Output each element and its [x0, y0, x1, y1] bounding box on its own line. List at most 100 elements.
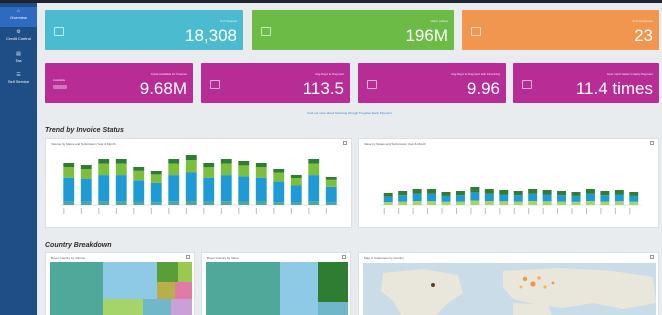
kpi-avg-days[interactable]: Avg Days to Payment 113.5	[201, 63, 350, 103]
bar-segment[interactable]	[557, 191, 567, 196]
bar-segment[interactable]	[513, 191, 523, 196]
kpi-invoices[interactable]: # of Invoices 18,308	[45, 10, 243, 50]
bar-segment[interactable]	[98, 159, 110, 164]
bar-segment[interactable]	[133, 167, 145, 171]
bar-segment[interactable]	[238, 161, 250, 166]
bar-segment[interactable]	[528, 189, 538, 194]
bar-segment[interactable]	[470, 192, 480, 201]
bar-segment[interactable]	[63, 201, 75, 205]
bar-segment[interactable]	[499, 190, 509, 195]
bar-segment[interactable]	[308, 175, 320, 202]
treemap-cell[interactable]	[103, 299, 143, 315]
bar-segment[interactable]	[571, 192, 581, 196]
bar-segment[interactable]	[185, 160, 197, 173]
bar-segment[interactable]	[185, 201, 197, 205]
kpi-customers[interactable]: # of Customers 23	[462, 10, 659, 50]
kpi-costs-available[interactable]: Available Costs Available for Finance 9.…	[45, 63, 193, 103]
bar-segment[interactable]	[441, 195, 451, 202]
bar-segment[interactable]	[255, 163, 267, 168]
treemap-cell[interactable]	[175, 282, 192, 299]
bar-segment[interactable]	[571, 201, 581, 205]
bar-segment[interactable]	[80, 179, 92, 202]
bar-segment[interactable]	[528, 193, 538, 201]
bar-segment[interactable]	[168, 175, 180, 202]
bar-segment[interactable]	[98, 163, 110, 176]
expand-icon[interactable]	[650, 141, 654, 145]
sidebar-item-overview[interactable]: ⌂ Overview	[0, 7, 37, 27]
bar-segment[interactable]	[629, 195, 639, 202]
sidebar-item-tax[interactable]: ▤ Tax	[0, 50, 37, 70]
bar-segment[interactable]	[427, 193, 437, 201]
bar-segment[interactable]	[308, 159, 320, 164]
bar-segment[interactable]	[273, 172, 285, 182]
bar-segment[interactable]	[412, 193, 422, 201]
map-marker[interactable]	[519, 285, 523, 289]
bar-segment[interactable]	[133, 170, 145, 181]
bar-segment[interactable]	[325, 179, 337, 187]
bar-segment[interactable]	[542, 190, 552, 195]
bar-segment[interactable]	[614, 194, 624, 202]
bar-segment[interactable]	[470, 187, 480, 193]
treemap-cell[interactable]	[318, 302, 348, 315]
bar-segment[interactable]	[63, 167, 75, 178]
map-marker[interactable]	[431, 283, 435, 287]
bar-segment[interactable]	[150, 182, 162, 203]
bar-segment[interactable]	[308, 201, 320, 205]
customer-map[interactable]	[363, 263, 656, 315]
bar-segment[interactable]	[273, 202, 285, 205]
bar-segment[interactable]	[585, 201, 595, 205]
bar-segment[interactable]	[600, 201, 610, 206]
bar-segment[interactable]	[325, 186, 337, 203]
bar-segment[interactable]	[220, 175, 232, 202]
expand-icon[interactable]	[186, 255, 190, 259]
bar-segment[interactable]	[629, 192, 639, 196]
bar-segment[interactable]	[115, 175, 127, 202]
bar-segment[interactable]	[80, 165, 92, 169]
bar-segment[interactable]	[629, 201, 639, 205]
map-marker[interactable]	[537, 276, 541, 280]
bar-segment[interactable]	[499, 201, 509, 205]
bar-segment[interactable]	[185, 172, 197, 202]
bar-segment[interactable]	[557, 195, 567, 202]
bar-segment[interactable]	[80, 169, 92, 179]
bar-segment[interactable]	[441, 192, 451, 196]
bar-segment[interactable]	[115, 201, 127, 205]
bar-segment[interactable]	[542, 194, 552, 202]
bar-segment[interactable]	[255, 167, 267, 178]
bar-segment[interactable]	[455, 195, 465, 202]
bar-segment[interactable]	[80, 201, 92, 205]
sidebar-item-credit-control[interactable]: ⚙ Credit Control	[0, 28, 37, 48]
bar-segment[interactable]	[255, 177, 267, 202]
treemap-cell[interactable]	[280, 262, 318, 315]
bar-segment[interactable]	[484, 201, 494, 205]
bar-segment[interactable]	[585, 189, 595, 194]
bar-segment[interactable]	[557, 201, 567, 206]
bar-segment[interactable]	[220, 163, 232, 176]
bar-segment[interactable]	[133, 180, 145, 202]
bar-segment[interactable]	[528, 201, 538, 205]
bar-segment[interactable]	[238, 176, 250, 202]
bar-segment[interactable]	[484, 189, 494, 194]
bar-segment[interactable]	[98, 175, 110, 202]
bar-segment[interactable]	[455, 191, 465, 196]
bar-segment[interactable]	[185, 155, 197, 160]
bar-segment[interactable]	[115, 159, 127, 164]
treemap-cell[interactable]	[143, 299, 171, 315]
bar-segment[interactable]	[427, 189, 437, 194]
bar-segment[interactable]	[600, 191, 610, 196]
bar-segment[interactable]	[383, 196, 393, 202]
bar-segment[interactable]	[168, 163, 180, 176]
bar-segment[interactable]	[273, 169, 285, 173]
kpi-avg-days-financing[interactable]: Avg Days to Payment with Financing 9.96	[358, 63, 506, 103]
kpi-faster-payment[interactable]: How much faster is Early Payment 11.4 ti…	[513, 63, 659, 103]
bar-segment[interactable]	[398, 191, 408, 196]
bar-segment[interactable]	[133, 201, 145, 205]
bar-segment[interactable]	[383, 202, 393, 205]
bar-segment[interactable]	[63, 163, 75, 168]
bar-segment[interactable]	[220, 201, 232, 205]
expand-icon[interactable]	[343, 141, 347, 145]
bar-segment[interactable]	[585, 193, 595, 201]
expand-icon[interactable]	[342, 255, 346, 259]
kpi-value-total[interactable]: Value (value) 196M	[252, 10, 454, 50]
bar-segment[interactable]	[290, 178, 302, 186]
